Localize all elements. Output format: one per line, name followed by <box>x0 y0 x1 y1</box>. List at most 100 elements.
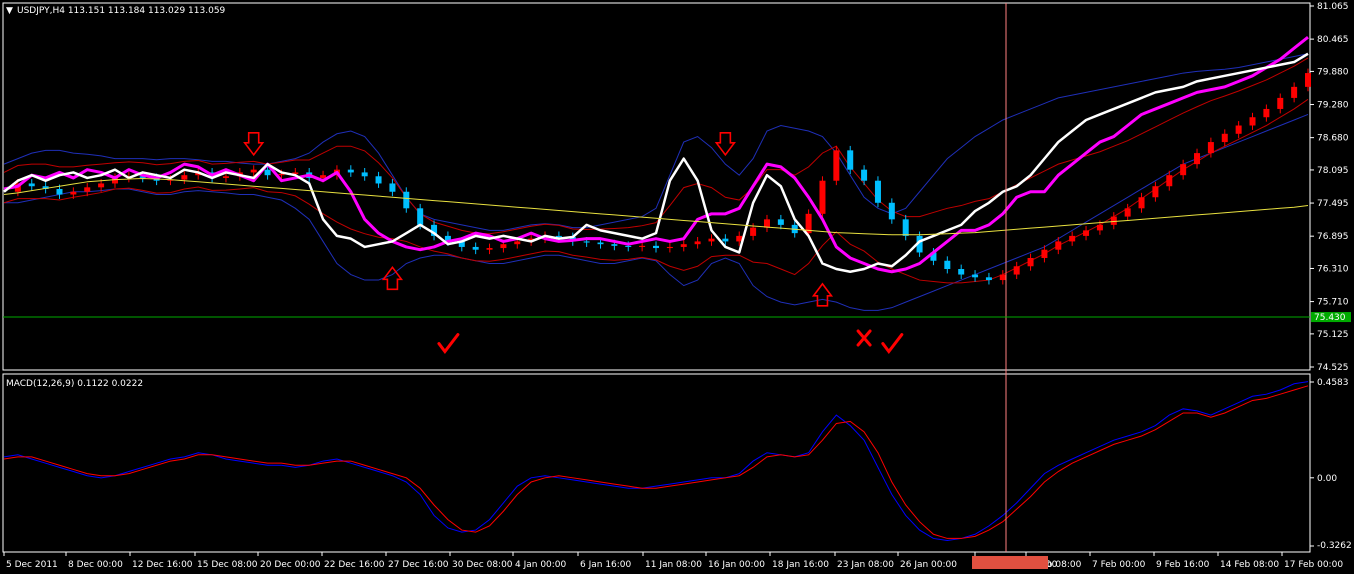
candle-body <box>750 227 757 236</box>
x-tick-label: 12 Dec 16:00 <box>132 560 193 570</box>
x-tick-label: 5 Dec 2011 <box>6 560 58 570</box>
candle-body <box>874 180 881 203</box>
candle-body <box>1194 153 1201 165</box>
candle-body <box>361 172 368 177</box>
candle-body <box>666 246 673 249</box>
candle-body <box>320 175 327 178</box>
candle-body <box>944 260 951 270</box>
x-tick-label: 23 Jan 08:00 <box>837 560 894 570</box>
candle-body <box>84 187 91 192</box>
candle-body <box>833 150 840 181</box>
candle-body <box>1291 86 1298 98</box>
candle-body <box>1305 73 1311 87</box>
candle-body <box>1235 125 1242 134</box>
candle-body <box>222 176 229 178</box>
candle-body <box>375 176 382 184</box>
candle-body <box>1152 186 1159 198</box>
x-tick-label: 22 Dec 16:00 <box>324 560 385 570</box>
chart-canvas[interactable]: 81.065 80.465 79.880 79.280 78.680 78.095 77.4… <box>0 0 1354 574</box>
candle-body <box>403 191 410 209</box>
candle-body <box>250 169 257 173</box>
candle-body <box>985 277 992 281</box>
y-tick-label: 80.465 <box>1317 35 1349 45</box>
candle-body <box>486 248 493 250</box>
candle-body <box>597 242 604 245</box>
candle-body <box>1249 117 1256 126</box>
x-tick-label: 17 Feb 00:00 <box>1284 560 1343 570</box>
candle-body <box>70 191 77 195</box>
y-tick-label: 79.280 <box>1317 101 1349 111</box>
candle-body <box>694 241 701 245</box>
candle-body <box>902 219 909 236</box>
candle-body <box>1083 230 1090 236</box>
symbol-header: USDJPY,H4 113.151 113.184 113.029 113.05… <box>17 6 226 16</box>
x-tick-label: 14 Feb 08:00 <box>1220 560 1279 570</box>
candle-body <box>514 241 521 245</box>
candle-body <box>999 274 1006 281</box>
y-tick-label: 75.125 <box>1317 330 1349 340</box>
candle-body <box>98 183 105 188</box>
y-tick-label: 81.065 <box>1317 2 1349 12</box>
candle-body <box>888 202 895 220</box>
candle-body <box>763 219 770 228</box>
candle-body <box>972 274 979 278</box>
candle-body <box>1041 249 1048 258</box>
x-tick-label: 18 Jan 16:00 <box>772 560 829 570</box>
candle-body <box>1027 257 1034 267</box>
x-tick-label: 16 Jan 00:00 <box>708 560 765 570</box>
candle-body <box>1166 175 1173 187</box>
candle-body <box>1069 235 1076 242</box>
candle-body <box>611 244 618 246</box>
candle-body <box>639 245 646 247</box>
candle-body <box>1277 97 1284 109</box>
candle-body <box>56 188 63 195</box>
x-tick-label: 4 Jan 00:00 <box>515 560 567 570</box>
x-tick-label: 30 Dec 08:00 <box>452 560 513 570</box>
x-tick-label: 9 Feb 16:00 <box>1156 560 1210 570</box>
macd-y-tick-label: 0.00 <box>1317 474 1337 484</box>
candle-body <box>500 244 507 249</box>
x-tick-label: 20 Dec 00:00 <box>260 560 321 570</box>
macd-y-tick-label: 0.4583 <box>1317 378 1349 388</box>
candle-body <box>1096 224 1103 231</box>
candle-body <box>680 244 687 247</box>
candle-body <box>1207 142 1214 154</box>
y-tick-label: 76.310 <box>1317 264 1349 274</box>
x-tick-label: 26 Jan 00:00 <box>900 560 957 570</box>
candle-body <box>819 180 826 214</box>
candle-body <box>1180 164 1187 176</box>
candle-body <box>347 169 354 173</box>
y-tick-label: 76.895 <box>1317 232 1349 242</box>
candle-body <box>555 235 562 238</box>
candle-body <box>1221 133 1228 143</box>
candle-body <box>1055 241 1062 250</box>
x-tick-label: 8 Dec 00:00 <box>68 560 123 570</box>
candle-body <box>847 150 854 170</box>
x-tick-label: 7 Feb 00:00 <box>1092 560 1146 570</box>
candle-body <box>1013 266 1020 275</box>
candle-body <box>625 245 632 247</box>
x-tick-label: 15 Dec 08:00 <box>197 560 258 570</box>
y-tick-label: 79.880 <box>1317 67 1349 77</box>
x-tick-label: 27 Dec 16:00 <box>388 560 449 570</box>
y-tick-label: 78.095 <box>1317 166 1349 176</box>
candle-body <box>722 238 729 242</box>
x-tick-label: 6 Jan 16:00 <box>580 560 632 570</box>
macd-y-tick-label: -0.3262 <box>1317 541 1352 551</box>
candle-body <box>1124 208 1131 217</box>
candle-body <box>861 169 868 181</box>
candle-body <box>28 183 35 187</box>
candle-body <box>417 208 424 225</box>
x-tick-label: 11 Jan 08:00 <box>645 560 702 570</box>
y-tick-label: 77.495 <box>1317 199 1349 209</box>
candle-body <box>278 174 285 176</box>
y-tick-label: 75.710 <box>1317 298 1349 308</box>
candle-body <box>583 241 590 243</box>
highlight-level-label: 75.430 <box>1314 313 1346 323</box>
dropdown-triangle-icon[interactable]: ▼ <box>6 6 13 16</box>
y-tick-label: 78.680 <box>1317 134 1349 144</box>
macd-label: MACD(12,26,9) 0.1122 0.0222 <box>6 379 143 389</box>
candle-body <box>264 169 271 176</box>
candle-body <box>958 269 965 275</box>
candle-body <box>472 246 479 250</box>
